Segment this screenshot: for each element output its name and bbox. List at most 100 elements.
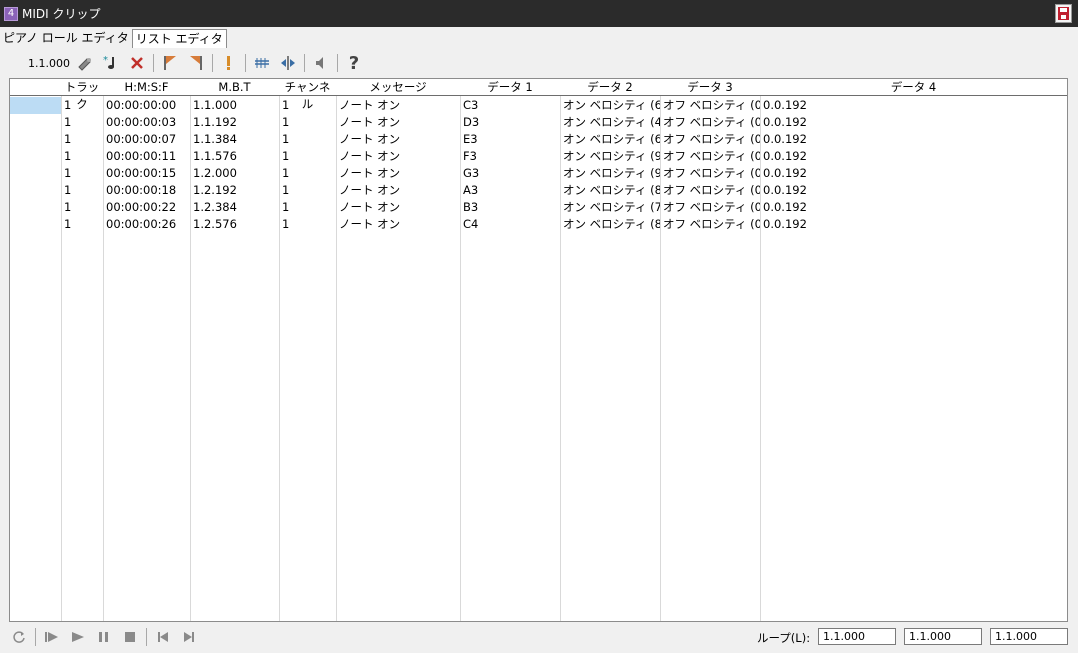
cell-mbt[interactable]: 1.1.000	[190, 97, 279, 114]
cell-data1[interactable]: C4	[460, 216, 560, 233]
scissors-merge-icon[interactable]	[275, 53, 301, 73]
cell-track[interactable]: 1	[61, 199, 103, 216]
cell-data4[interactable]: 0.0.192	[760, 182, 1067, 199]
cell-data3[interactable]: オフ ベロシティ (0)	[660, 182, 760, 199]
start-marker-icon[interactable]	[157, 53, 183, 73]
table-row[interactable]: 100:00:00:151.2.0001ノート オンG3オン ベロシティ (94…	[10, 165, 1067, 182]
cell-data4[interactable]: 0.0.192	[760, 114, 1067, 131]
loop-icon[interactable]	[6, 627, 32, 647]
event-list-table[interactable]: トラック H:M:S:F M.B.T チャンネル メッセージ データ 1 データ…	[9, 78, 1068, 622]
go-to-start-icon[interactable]	[150, 627, 176, 647]
cell-hmsf[interactable]: 00:00:00:18	[103, 182, 190, 199]
delete-icon[interactable]	[124, 53, 150, 73]
cell-data4[interactable]: 0.0.192	[760, 199, 1067, 216]
column-header-message[interactable]: メッセージ	[336, 79, 460, 96]
loop-end-field[interactable]: 1.1.000	[904, 628, 982, 645]
cell-data4[interactable]: 0.0.192	[760, 165, 1067, 182]
cell-track[interactable]: 1	[61, 97, 103, 114]
cell-data1[interactable]: B3	[460, 199, 560, 216]
stop-icon[interactable]	[117, 627, 143, 647]
cell-data3[interactable]: オフ ベロシティ (0)	[660, 199, 760, 216]
pencil-icon[interactable]	[72, 53, 98, 73]
cell-data1[interactable]: C3	[460, 97, 560, 114]
cell-data3[interactable]: オフ ベロシティ (0)	[660, 148, 760, 165]
speaker-icon[interactable]	[308, 53, 334, 73]
cell-mbt[interactable]: 1.1.384	[190, 131, 279, 148]
cell-message[interactable]: ノート オン	[336, 131, 460, 148]
tab-list-editor[interactable]: リスト エディタ	[131, 29, 227, 48]
cell-data1[interactable]: G3	[460, 165, 560, 182]
cell-channel[interactable]: 1	[279, 199, 336, 216]
column-header-data3[interactable]: データ 3	[660, 79, 760, 96]
cell-data4[interactable]: 0.0.192	[760, 148, 1067, 165]
cell-mbt[interactable]: 1.2.576	[190, 216, 279, 233]
cell-mbt[interactable]: 1.2.384	[190, 199, 279, 216]
cell-mbt[interactable]: 1.1.576	[190, 148, 279, 165]
cell-channel[interactable]: 1	[279, 131, 336, 148]
table-row[interactable]: 100:00:00:071.1.3841ノート オンE3オン ベロシティ (66…	[10, 131, 1067, 148]
table-row[interactable]: 100:00:00:111.1.5761ノート オンF3オン ベロシティ (90…	[10, 148, 1067, 165]
cell-channel[interactable]: 1	[279, 148, 336, 165]
cell-track[interactable]: 1	[61, 165, 103, 182]
table-row[interactable]: 100:00:00:221.2.3841ノート オンB3オン ベロシティ (77…	[10, 199, 1067, 216]
loop-start-field[interactable]: 1.1.000	[818, 628, 896, 645]
cell-track[interactable]: 1	[61, 148, 103, 165]
column-header-data2[interactable]: データ 2	[560, 79, 660, 96]
table-row[interactable]: 100:00:00:031.1.1921ノート オンD3オン ベロシティ (44…	[10, 114, 1067, 131]
column-header-data1[interactable]: データ 1	[460, 79, 560, 96]
cell-mbt[interactable]: 1.2.000	[190, 165, 279, 182]
cell-hmsf[interactable]: 00:00:00:07	[103, 131, 190, 148]
cell-data1[interactable]: F3	[460, 148, 560, 165]
quantize-icon[interactable]	[249, 53, 275, 73]
cell-message[interactable]: ノート オン	[336, 216, 460, 233]
cell-track[interactable]: 1	[61, 131, 103, 148]
play-from-start-icon[interactable]	[39, 627, 65, 647]
cell-track[interactable]: 1	[61, 216, 103, 233]
cell-data4[interactable]: 0.0.192	[760, 216, 1067, 233]
cell-mbt[interactable]: 1.2.192	[190, 182, 279, 199]
cell-data1[interactable]: E3	[460, 131, 560, 148]
cell-channel[interactable]: 1	[279, 182, 336, 199]
go-to-end-icon[interactable]	[176, 627, 202, 647]
cell-data3[interactable]: オフ ベロシティ (0)	[660, 216, 760, 233]
cell-data4[interactable]: 0.0.192	[760, 97, 1067, 114]
insert-note-icon[interactable]: *	[98, 53, 124, 73]
cell-data2[interactable]: オン ベロシティ (77)	[560, 199, 660, 216]
column-header-track[interactable]: トラック	[61, 79, 103, 111]
cell-track[interactable]: 1	[61, 114, 103, 131]
cell-data2[interactable]: オン ベロシティ (85)	[560, 216, 660, 233]
cell-message[interactable]: ノート オン	[336, 182, 460, 199]
cell-data2[interactable]: オン ベロシティ (64)	[560, 97, 660, 114]
end-marker-icon[interactable]	[183, 53, 209, 73]
cell-data1[interactable]: A3	[460, 182, 560, 199]
cell-hmsf[interactable]: 00:00:00:22	[103, 199, 190, 216]
pause-icon[interactable]	[91, 627, 117, 647]
cell-data2[interactable]: オン ベロシティ (90)	[560, 148, 660, 165]
row-selector-highlight[interactable]	[10, 97, 61, 114]
tab-piano-roll-editor[interactable]: ピアノ ロール エディタ	[0, 29, 132, 48]
play-icon[interactable]	[65, 627, 91, 647]
cell-channel[interactable]: 1	[279, 216, 336, 233]
table-row[interactable]: 100:00:00:181.2.1921ノート オンA3オン ベロシティ (82…	[10, 182, 1067, 199]
cell-data3[interactable]: オフ ベロシティ (0)	[660, 165, 760, 182]
cell-data2[interactable]: オン ベロシティ (66)	[560, 131, 660, 148]
cell-message[interactable]: ノート オン	[336, 199, 460, 216]
table-row[interactable]: 100:00:00:261.2.5761ノート オンC4オン ベロシティ (85…	[10, 216, 1067, 233]
cell-track[interactable]: 1	[61, 182, 103, 199]
loop-length-field[interactable]: 1.1.000	[990, 628, 1068, 645]
cell-message[interactable]: ノート オン	[336, 114, 460, 131]
cell-data3[interactable]: オフ ベロシティ (0)	[660, 131, 760, 148]
cell-message[interactable]: ノート オン	[336, 97, 460, 114]
cell-channel[interactable]: 1	[279, 165, 336, 182]
cell-mbt[interactable]: 1.1.192	[190, 114, 279, 131]
cell-hmsf[interactable]: 00:00:00:26	[103, 216, 190, 233]
save-button[interactable]	[1055, 4, 1072, 23]
column-header-mbt[interactable]: M.B.T	[190, 79, 279, 96]
column-header-hmsf[interactable]: H:M:S:F	[103, 79, 190, 96]
cell-data3[interactable]: オフ ベロシティ (0)	[660, 97, 760, 114]
column-header-data4[interactable]: データ 4	[760, 79, 1067, 96]
exclamation-icon[interactable]	[216, 53, 242, 73]
cell-data2[interactable]: オン ベロシティ (94)	[560, 165, 660, 182]
cell-data3[interactable]: オフ ベロシティ (0)	[660, 114, 760, 131]
cell-data1[interactable]: D3	[460, 114, 560, 131]
